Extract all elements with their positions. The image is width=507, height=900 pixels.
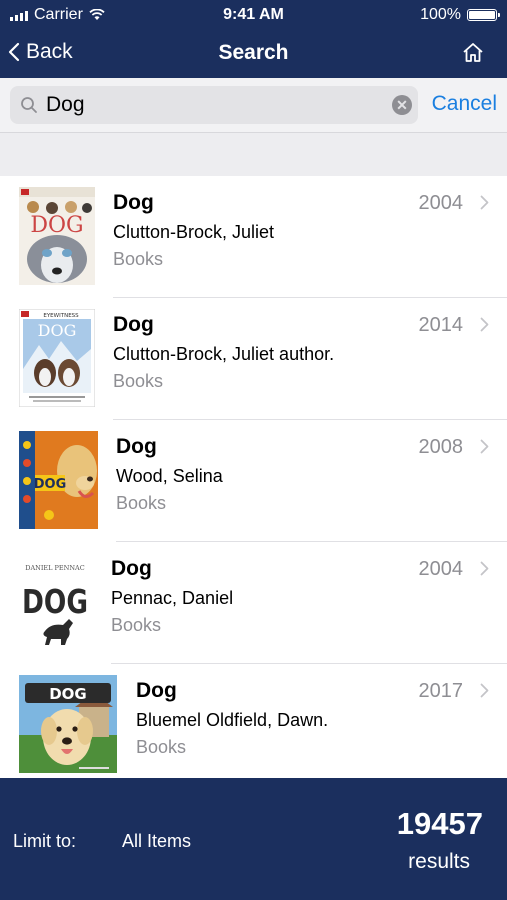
limit-label: Limit to:	[13, 831, 77, 851]
home-icon	[463, 43, 483, 62]
result-title: Dog	[136, 679, 177, 702]
results-footer: Limit to: All Items 19457 results	[0, 778, 507, 900]
svg-text:DANIEL PENNAC: DANIEL PENNAC	[25, 564, 84, 572]
svg-text:DOG: DOG	[34, 477, 67, 492]
book-cover-image: DOG	[19, 431, 98, 529]
result-author: Clutton-Brock, Juliet	[113, 222, 275, 242]
result-author: Bluemel Oldfield, Dawn.	[136, 710, 329, 730]
back-label: Back	[26, 40, 73, 63]
list-item[interactable]: EYEWITNESS DOG Dog Clutton-Brock, Juliet…	[0, 298, 507, 420]
list-item[interactable]: DOG Dog Clutton-Brock, Juliet Books 2004	[0, 176, 507, 298]
results-count: 19457	[396, 806, 483, 841]
result-title: Dog	[111, 557, 152, 580]
result-author: Pennac, Daniel	[111, 588, 234, 608]
svg-text:DOG: DOG	[49, 685, 87, 703]
result-format: Books	[136, 737, 187, 757]
result-format: Books	[113, 249, 164, 269]
chevron-right-icon	[480, 317, 489, 332]
list-item[interactable]: DOG Dog Bluemel Oldfield, Dawn. Books 20…	[0, 664, 507, 778]
result-format: Books	[116, 493, 167, 513]
result-author: Clutton-Brock, Juliet author.	[113, 344, 335, 364]
results-count-label: results	[408, 850, 470, 873]
chevron-right-icon	[480, 561, 489, 576]
book-cover-image: DANIEL PENNAC DOG	[19, 553, 91, 651]
result-year: 2004	[418, 192, 464, 214]
result-year: 2017	[418, 680, 464, 702]
svg-text:DOG: DOG	[38, 321, 77, 340]
result-title: Dog	[113, 313, 154, 336]
result-year: 2004	[418, 558, 464, 580]
book-cover-image: DOG	[19, 675, 117, 773]
limit-selector[interactable]: All Items	[122, 831, 191, 852]
result-title: Dog	[113, 191, 154, 214]
chevron-right-icon	[480, 195, 489, 210]
battery-percent: 100%	[420, 6, 461, 23]
list-item[interactable]: DANIEL PENNAC DOG Dog Pennac, Daniel Boo…	[0, 542, 507, 664]
result-format: Books	[111, 615, 162, 635]
status-bar: Carrier 9:41 AM 100%	[0, 0, 507, 32]
battery-status: 100%	[420, 6, 500, 24]
result-format: Books	[113, 371, 164, 391]
book-cover-image: DOG	[19, 187, 95, 285]
results-list: DOG Dog Clutton-Brock, Juliet Books 2004…	[0, 176, 507, 778]
svg-text:DOG: DOG	[30, 213, 83, 238]
search-query: Dog	[46, 93, 85, 116]
chevron-left-icon	[8, 42, 20, 62]
svg-text:DOG: DOG	[22, 582, 88, 621]
cancel-button[interactable]: Cancel	[432, 92, 497, 116]
list-item[interactable]: DOG Dog Wood, Selina Books 2008	[0, 420, 507, 542]
navigation-bar: Back Search	[0, 32, 507, 78]
back-button[interactable]: Back	[8, 40, 73, 64]
battery-icon	[467, 9, 500, 21]
book-cover-image: EYEWITNESS DOG	[19, 309, 95, 407]
chevron-right-icon	[480, 439, 489, 454]
result-author: Wood, Selina	[116, 466, 223, 486]
home-button[interactable]	[461, 41, 485, 70]
result-year: 2008	[418, 436, 464, 458]
clear-search-icon[interactable]: ✕	[392, 95, 412, 115]
result-title: Dog	[116, 435, 157, 458]
section-spacer	[0, 133, 507, 177]
search-bar: Dog ✕ Cancel	[0, 78, 507, 133]
search-input[interactable]: Dog ✕	[10, 86, 418, 124]
page-title: Search	[218, 41, 289, 64]
search-icon	[21, 97, 37, 113]
svg-text:EYEWITNESS: EYEWITNESS	[43, 313, 79, 319]
result-year: 2014	[418, 314, 464, 336]
chevron-right-icon	[480, 683, 489, 698]
